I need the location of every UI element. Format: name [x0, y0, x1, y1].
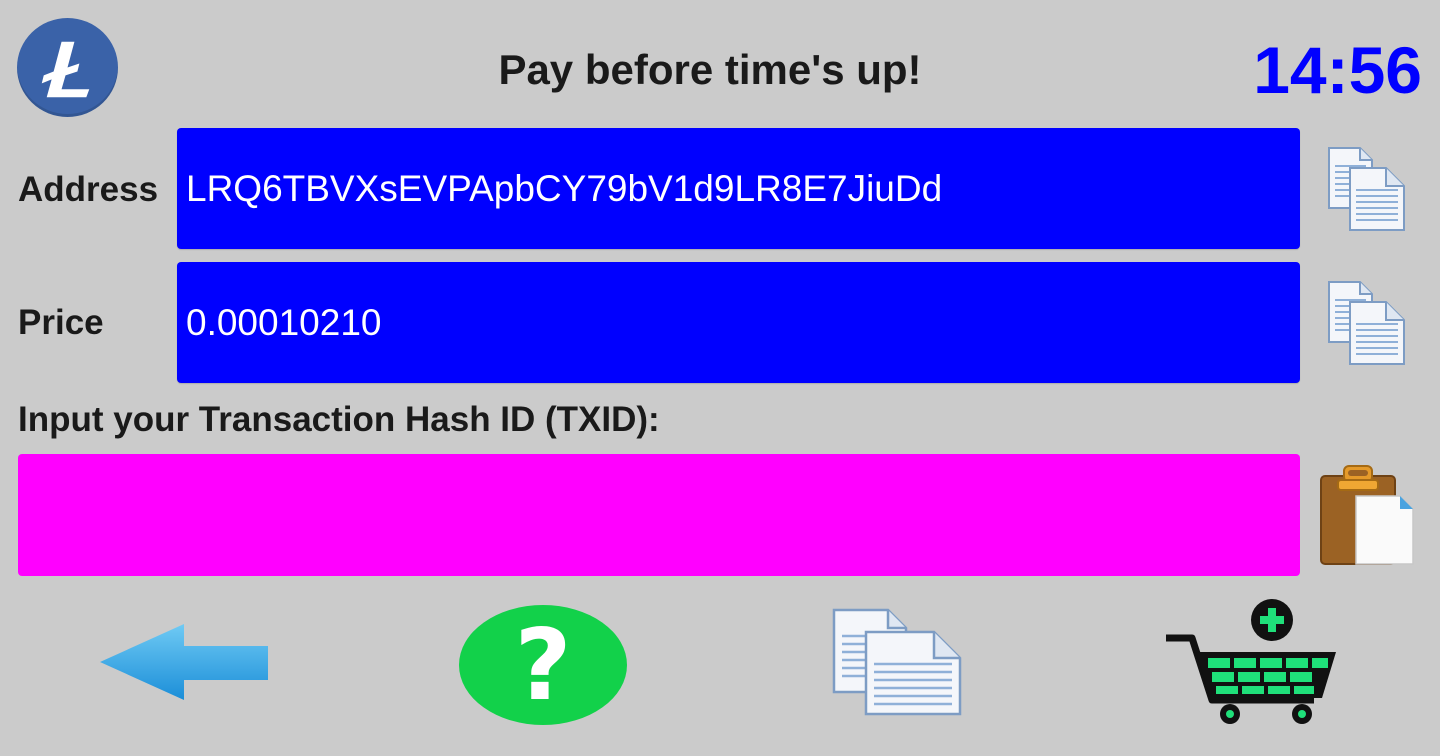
- txid-label: Input your Transaction Hash ID (TXID):: [18, 400, 660, 439]
- paste-icon: [1320, 465, 1414, 565]
- address-value: LRQ6TBVXsEVPApbCY79bV1d9LR8E7JiuDd: [186, 167, 943, 209]
- txid-input[interactable]: [18, 454, 1300, 576]
- address-field[interactable]: LRQ6TBVXsEVPApbCY79bV1d9LR8E7JiuDd: [177, 128, 1300, 249]
- copy-icon: [1328, 281, 1405, 365]
- price-value: 0.00010210: [186, 301, 382, 343]
- paste-txid-button[interactable]: [1318, 462, 1416, 568]
- svg-text:?: ?: [515, 609, 572, 723]
- copy-all-button[interactable]: [830, 608, 964, 716]
- price-field[interactable]: 0.00010210: [177, 262, 1300, 383]
- back-arrow-icon: [100, 624, 268, 700]
- address-label: Address: [18, 170, 159, 209]
- back-button[interactable]: [98, 622, 270, 702]
- help-icon: ?: [459, 605, 627, 725]
- copy-address-button[interactable]: [1326, 146, 1408, 232]
- litecoin-logo-icon: [17, 18, 118, 117]
- countdown-timer: 14:56: [1253, 33, 1422, 107]
- page-title: Pay before time's up!: [498, 46, 922, 93]
- copy-icon: [832, 608, 962, 716]
- copy-price-button[interactable]: [1326, 280, 1408, 366]
- copy-icon: [1328, 147, 1405, 231]
- add-to-cart-icon: [1166, 599, 1336, 724]
- add-to-cart-button[interactable]: [1164, 598, 1340, 726]
- help-button[interactable]: ?: [458, 604, 628, 726]
- payment-window: Pay before time's up! 14:56 Address LRQ6…: [0, 0, 1440, 756]
- price-label: Price: [18, 303, 104, 342]
